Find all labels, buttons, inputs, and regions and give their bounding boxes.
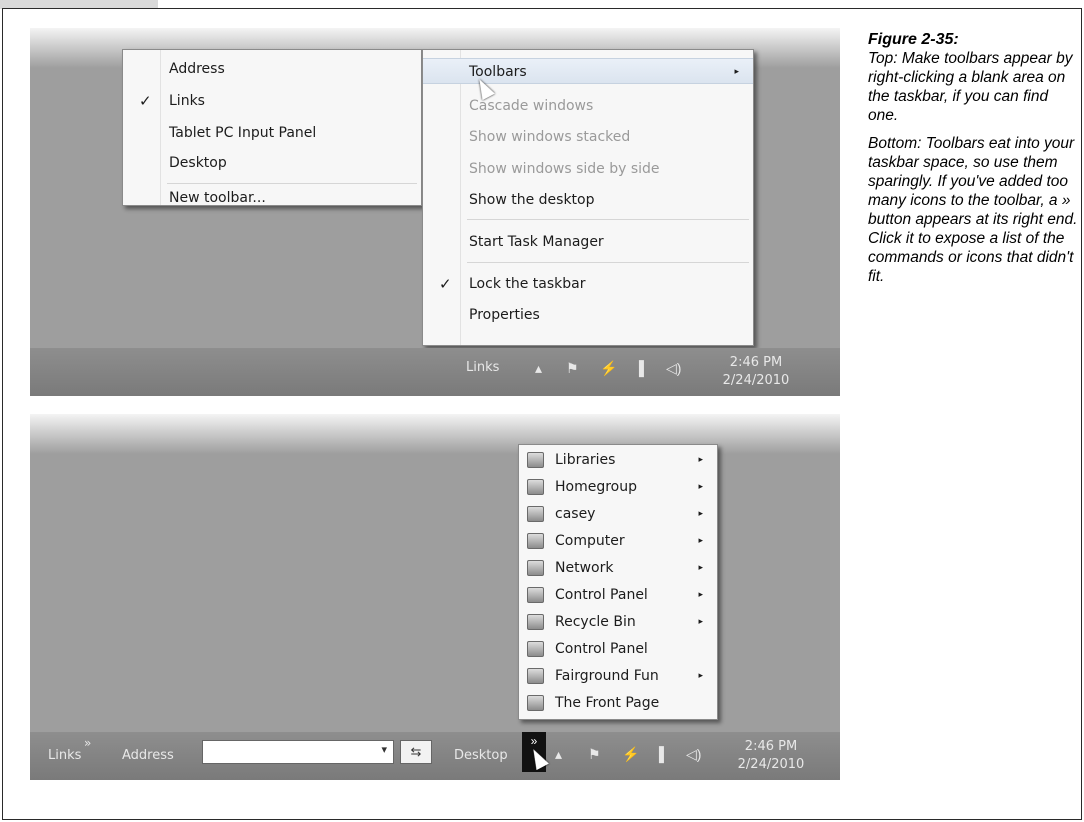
clock-date: 2/24/2010 (722, 373, 790, 388)
menu-item-show-windows-stacked: Show windows stacked (469, 129, 631, 145)
menu-item-the-front-page[interactable]: The Front Page (519, 690, 717, 716)
submenu-arrow-icon: ▸ (698, 482, 703, 492)
menu-item-cascade-windows: Cascade windows (469, 98, 594, 114)
address-toolbar-label: Address (122, 748, 174, 763)
menu-item-fairground-fun[interactable]: Fairground Fun ▸ (519, 663, 717, 689)
power-icon[interactable]: ⚡ (600, 360, 617, 377)
top-screenshot: Address ✓ Links Tablet PC Input Panel Des… (30, 28, 840, 396)
desktop-background (30, 414, 840, 454)
menu-item-show-windows-side-by-side: Show windows side by side (469, 161, 660, 177)
control-panel-icon (527, 587, 544, 603)
network-icon (527, 560, 544, 576)
menu-item-homegroup[interactable]: Homegroup ▸ (519, 474, 717, 500)
bottom-screenshot: Libraries ▸ Homegroup ▸ casey ▸ Computer ▸ N… (30, 414, 840, 780)
menu-item-computer[interactable]: Computer ▸ (519, 528, 717, 554)
libraries-icon (527, 452, 544, 468)
folder-icon (527, 668, 544, 684)
menu-separator (467, 262, 749, 263)
submenu-arrow-icon: ▸ (698, 590, 703, 600)
submenu-arrow-icon: ▸ (698, 536, 703, 546)
clock-time: 2:46 PM (744, 739, 798, 754)
chevron-icon: » (530, 734, 538, 748)
menu-item-control-panel[interactable]: Control Panel ▸ (519, 582, 717, 608)
address-input[interactable]: ▾ (202, 740, 394, 764)
volume-icon[interactable]: ◁) (686, 746, 701, 763)
submenu-arrow-icon: ▸ (734, 67, 739, 77)
user-folder-icon (527, 506, 544, 522)
action-center-flag-icon[interactable]: ⚑ (588, 746, 601, 763)
go-arrow-icon: ⇆ (410, 744, 422, 759)
computer-icon (527, 533, 544, 549)
menu-separator (167, 183, 417, 184)
links-chevron-button[interactable]: » (84, 736, 91, 750)
checkmark-icon: ✓ (439, 275, 452, 293)
volume-icon[interactable]: ◁) (666, 360, 681, 377)
clock-date: 2/24/2010 (737, 757, 805, 772)
taskbar: Links » Address (30, 732, 840, 780)
submenu-arrow-icon: ▸ (698, 509, 703, 519)
menu-item-show-the-desktop[interactable]: Show the desktop (423, 187, 753, 213)
system-clock[interactable]: 2:46 PM 2/24/2010 (730, 738, 812, 774)
menu-item-desktop[interactable]: Desktop (123, 150, 421, 176)
clock-time: 2:46 PM (729, 355, 783, 370)
action-center-flag-icon[interactable]: ⚑ (566, 360, 579, 377)
control-panel-icon (527, 641, 544, 657)
taskbar: Links ▴ ⚑ ⚡ ▐ ◁) 2:46 PM 2/24/2010 (30, 348, 840, 396)
links-toolbar-label[interactable]: Links (466, 360, 499, 375)
menu-item-casey[interactable]: casey ▸ (519, 501, 717, 527)
links-toolbar-label[interactable]: Links (48, 748, 81, 763)
submenu-arrow-icon: ▸ (698, 617, 703, 627)
menu-item-address[interactable]: Address (123, 56, 421, 82)
checkmark-icon: ✓ (139, 92, 152, 110)
power-icon[interactable]: ⚡ (622, 746, 639, 763)
menu-item-new-toolbar[interactable]: New toolbar... (123, 185, 421, 211)
submenu-arrow-icon: ▸ (698, 671, 703, 681)
menu-separator (467, 219, 749, 220)
caption-bottom-text: Bottom: Toolbars eat into your taskbar s… (868, 135, 1078, 285)
submenu-arrow-icon: ▸ (698, 563, 703, 573)
menu-item-control-panel-shortcut[interactable]: Control Panel (519, 636, 717, 662)
figure-label: Figure 2-35: (868, 31, 959, 48)
recycle-bin-icon (527, 614, 544, 630)
show-hidden-icons-icon[interactable]: ▴ (535, 360, 542, 377)
menu-item-network[interactable]: Network ▸ (519, 555, 717, 581)
menu-item-toolbars[interactable]: Toolbars ▸ (423, 58, 753, 84)
menu-item-tablet-pc-input-panel[interactable]: Tablet PC Input Panel (123, 120, 421, 146)
menu-item-libraries[interactable]: Libraries ▸ (519, 447, 717, 473)
homegroup-icon (527, 479, 544, 495)
network-signal-icon[interactable]: ▐ (654, 746, 664, 762)
menu-item-start-task-manager[interactable]: Start Task Manager (423, 229, 753, 255)
dropdown-arrow-icon[interactable]: ▾ (381, 743, 387, 756)
desktop-toolbar-label[interactable]: Desktop (454, 748, 508, 763)
document-icon (527, 695, 544, 711)
show-hidden-icons-icon[interactable]: ▴ (555, 746, 562, 763)
toolbars-submenu: Address ✓ Links Tablet PC Input Panel Des… (122, 49, 422, 206)
figure-caption: Figure 2-35: Top: Make toolbars appear by… (868, 30, 1080, 295)
menu-item-recycle-bin[interactable]: Recycle Bin ▸ (519, 609, 717, 635)
submenu-arrow-icon: ▸ (698, 455, 703, 465)
network-signal-icon[interactable]: ▐ (634, 360, 644, 376)
menu-item-lock-the-taskbar[interactable]: ✓ Lock the taskbar (423, 271, 753, 297)
overflow-menu: Libraries ▸ Homegroup ▸ casey ▸ Computer ▸ N… (518, 444, 718, 720)
menu-item-links[interactable]: ✓ Links (123, 88, 421, 114)
taskbar-context-menu: Toolbars ▸ Cascade windows Show windows s… (422, 49, 754, 346)
caption-top-text: Top: Make toolbars appear by right-click… (868, 50, 1073, 124)
menu-item-properties[interactable]: Properties (423, 302, 753, 328)
system-clock[interactable]: 2:46 PM 2/24/2010 (710, 354, 802, 390)
go-button[interactable]: ⇆ (400, 740, 432, 764)
